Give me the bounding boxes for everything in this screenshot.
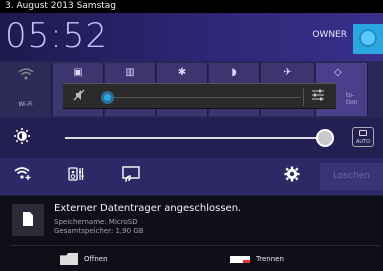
divider xyxy=(303,88,304,106)
action-row: Loschen xyxy=(0,158,383,195)
avatar-icon xyxy=(359,29,377,47)
volume-track[interactable] xyxy=(101,97,301,98)
tile-label: Wi-Fi xyxy=(18,101,33,108)
bluetooth-icon: ✱ xyxy=(177,67,187,78)
auto-brightness-button[interactable]: AUTO xyxy=(352,127,374,147)
airplane-icon: ✈ xyxy=(283,67,292,78)
mute-icon[interactable] xyxy=(73,89,85,104)
notification-shade: 3. August 2013 Samstag 05:52 OWNER Wi-Fi… xyxy=(0,0,383,271)
sd-card-icon xyxy=(12,204,44,236)
owner-avatar[interactable] xyxy=(353,24,383,54)
volume-popup xyxy=(63,83,336,109)
notification-storage-name: Speichername: MicroSD xyxy=(54,218,138,226)
brightness-track[interactable] xyxy=(65,137,323,139)
tile-label: to- tion xyxy=(346,92,358,106)
equalizer-icon[interactable] xyxy=(311,89,325,104)
location-icon: ◇ xyxy=(334,67,342,78)
date-label: 3. August 2013 Samstag xyxy=(0,0,383,13)
screen-mirroring-icon[interactable] xyxy=(122,166,140,186)
header: 05:52 OWNER xyxy=(0,13,383,61)
notification-title: Externer Datentrager angeschlossen. xyxy=(54,203,242,214)
grid-icon: ▥ xyxy=(125,67,135,78)
clear-all-button[interactable]: Loschen xyxy=(320,163,383,190)
divider xyxy=(10,245,380,246)
eject-icon xyxy=(230,255,250,263)
brightness-row: AUTO xyxy=(0,118,383,158)
clock: 05:52 xyxy=(5,16,108,56)
sd-card-shape xyxy=(23,212,33,226)
volume-slider-knob[interactable] xyxy=(101,91,114,104)
open-button[interactable]: Offnen xyxy=(60,249,108,269)
rotate-icon: ▣ xyxy=(73,67,83,78)
disconnect-button[interactable]: Trennen xyxy=(230,249,284,269)
brightness-slider-knob[interactable] xyxy=(316,129,334,147)
sound-settings-icon[interactable] xyxy=(68,166,84,186)
wifi-icon xyxy=(0,67,51,84)
wifi-settings-icon[interactable] xyxy=(14,166,32,184)
owner-label[interactable]: OWNER xyxy=(312,30,347,40)
tile-wifi[interactable]: Wi-Fi xyxy=(0,63,52,116)
notification-card[interactable]: Externer Datentrager angeschlossen. Spei… xyxy=(0,195,383,271)
open-label: Offnen xyxy=(84,255,108,263)
notification-storage-total: Gesamtspeicher: 1,90 GB xyxy=(54,227,144,235)
auto-label: AUTO xyxy=(355,139,371,145)
brightness-icon xyxy=(14,128,30,148)
cast-icon: ◗ xyxy=(231,67,237,78)
disconnect-label: Trennen xyxy=(256,255,284,263)
gear-icon[interactable] xyxy=(284,166,300,186)
folder-icon xyxy=(60,253,78,265)
auto-icon xyxy=(359,130,367,136)
